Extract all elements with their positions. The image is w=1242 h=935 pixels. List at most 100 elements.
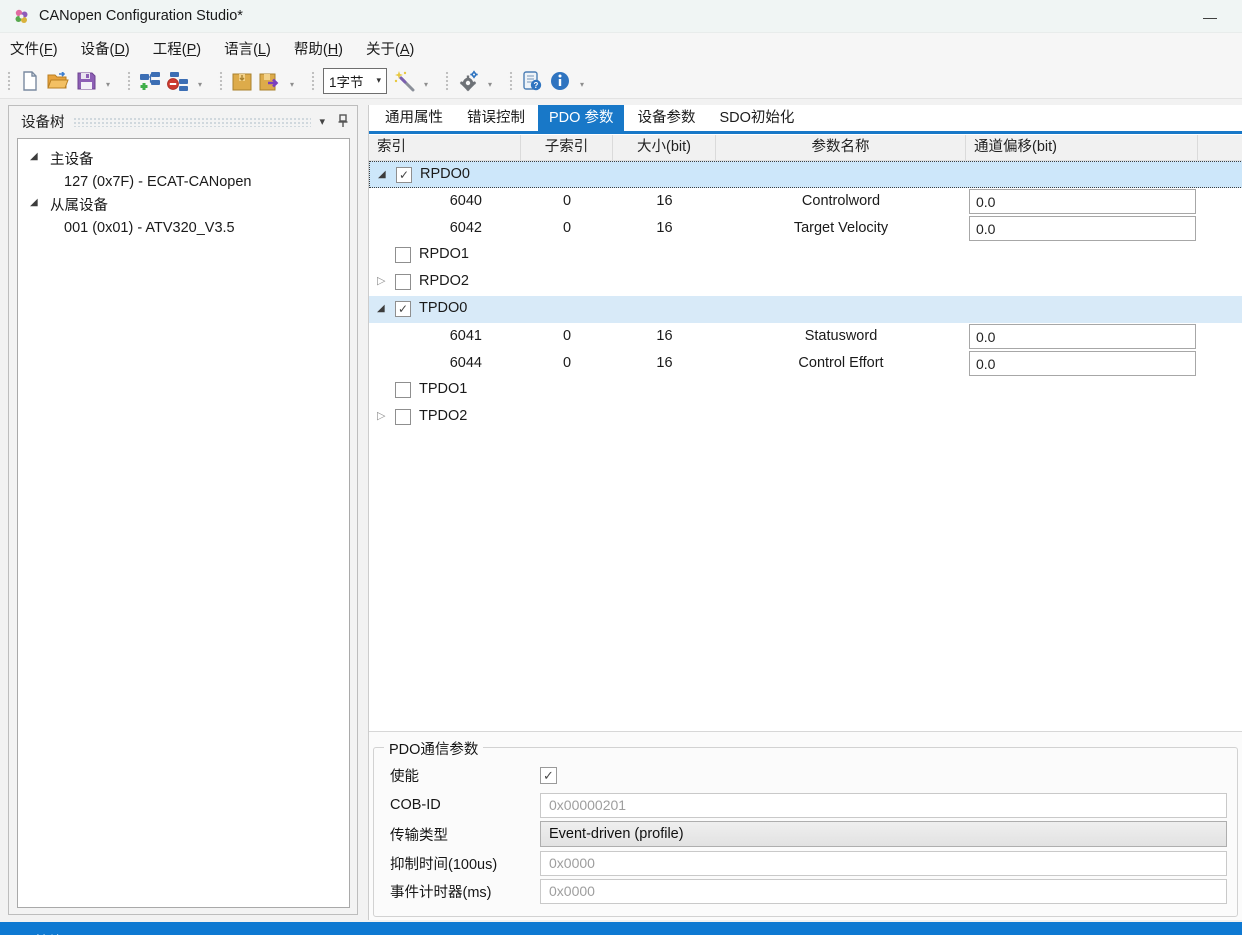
tree-item-slave-group[interactable]: ◢ 从属设备	[18, 193, 349, 216]
tpdo0-checkbox[interactable]: ✓	[395, 301, 411, 317]
pdo-table: 索引 子索引 大小(bit) 参数名称 通道偏移(bit) ◢ ✓ RPDO0 …	[369, 135, 1242, 731]
cell-subindex: 0	[562, 220, 572, 236]
rpdo1-checkbox[interactable]	[395, 247, 411, 263]
cob-id-row: COB-ID	[390, 792, 1227, 818]
cell-size: 16	[656, 220, 673, 236]
toolbar-overflow-transfer[interactable]: ▾	[286, 80, 298, 89]
menu-project[interactable]: 工程(P)	[153, 38, 212, 59]
event-timer-input[interactable]	[540, 878, 1227, 904]
row-expander-icon[interactable]: ◢	[378, 170, 386, 180]
column-header-subindex[interactable]: 子索引	[521, 135, 613, 160]
toolbar-grip[interactable]	[310, 69, 315, 92]
pdo-entry-row-6042[interactable]: 6042 0 16 Target Velocity	[369, 215, 1242, 242]
row-expander-icon[interactable]: ▷	[377, 411, 385, 422]
remove-node-icon	[167, 71, 188, 91]
about-info-button[interactable]	[547, 68, 573, 94]
tree-item-label: 主设备	[50, 152, 94, 168]
device-tree-panel: 设备树 ▾ ◢ 主设备 127 (0x7F) - ECAT-CANopen ◢ …	[8, 105, 358, 915]
tab-device-parameters[interactable]: 设备参数	[626, 105, 706, 131]
pdo-entry-row-6041[interactable]: 6041 0 16 Statusword	[369, 323, 1242, 350]
info-icon	[551, 71, 569, 90]
window-title: CANopen Configuration Studio*	[39, 8, 243, 24]
add-node-button[interactable]	[137, 68, 163, 94]
cell-size: 16	[656, 355, 673, 371]
toolbar-overflow-nodes[interactable]: ▾	[194, 80, 206, 89]
tree-expander-icon[interactable]: ◢	[30, 197, 38, 208]
pdo-group-label: TPDO2	[419, 408, 468, 424]
offset-input-6040[interactable]	[969, 189, 1196, 214]
tab-general-properties[interactable]: 通用属性	[374, 105, 454, 131]
cell-index: 6044	[449, 355, 482, 371]
toolbar-grip[interactable]	[126, 69, 131, 92]
menu-about[interactable]: 关于(A)	[366, 38, 425, 59]
toolbar-group-file: ▾	[0, 66, 116, 96]
pdo-group-row-tpdo1[interactable]: TPDO1	[369, 377, 1242, 404]
tab-pdo-parameters[interactable]: PDO 参数	[538, 105, 625, 131]
toolbar-overflow-settings[interactable]: ▾	[484, 80, 496, 89]
toolbar-overflow-file[interactable]: ▾	[102, 80, 114, 89]
toolbar-grip[interactable]	[218, 69, 223, 92]
configuration-panel: 通用属性 错误控制 PDO 参数 设备参数 SDO初始化 索引 子索引 大小(b…	[368, 105, 1242, 920]
menu-help[interactable]: 帮助(H)	[294, 38, 354, 59]
menu-device[interactable]: 设备(D)	[81, 38, 141, 59]
column-header-offset[interactable]: 通道偏移(bit)	[966, 135, 1198, 160]
pdo-group-row-rpdo0[interactable]: ◢ ✓ RPDO0	[369, 161, 1242, 188]
toolbar-overflow-help[interactable]: ▾	[576, 80, 588, 89]
pdo-entry-row-6040[interactable]: 6040 0 16 Controlword	[369, 188, 1242, 215]
tree-item-master-group[interactable]: ◢ 主设备	[18, 147, 349, 170]
byte-size-select[interactable]: 1字节 ▾	[323, 67, 387, 94]
pin-icon[interactable]	[337, 114, 349, 128]
inhibit-time-input[interactable]	[540, 850, 1227, 876]
pdo-group-row-rpdo2[interactable]: ▷ RPDO2	[369, 269, 1242, 296]
transmission-type-select[interactable]: Event-driven (profile)	[540, 821, 1227, 847]
tpdo2-checkbox[interactable]	[395, 409, 411, 425]
tree-expander-icon[interactable]: ◢	[30, 151, 38, 162]
column-header-name[interactable]: 参数名称	[716, 135, 966, 160]
pdo-comm-groupbox: PDO通信参数 使能 ✓ COB-ID 传输类型 Event-driven (p…	[373, 738, 1238, 917]
pdo-group-row-tpdo0[interactable]: ◢ ✓ TPDO0	[369, 296, 1242, 323]
column-header-size[interactable]: 大小(bit)	[613, 135, 716, 160]
column-header-index[interactable]: 索引	[369, 135, 521, 160]
pdo-entry-row-6044[interactable]: 6044 0 16 Control Effort	[369, 350, 1242, 377]
remove-node-button[interactable]	[165, 68, 191, 94]
pdo-group-row-tpdo2[interactable]: ▷ TPDO2	[369, 404, 1242, 431]
device-tree-title: 设备树	[21, 114, 65, 131]
import-button[interactable]	[229, 68, 255, 94]
export-button[interactable]	[257, 68, 283, 94]
pdo-group-row-rpdo1[interactable]: RPDO1	[369, 242, 1242, 269]
wizard-button[interactable]	[391, 68, 417, 94]
panel-menu-arrow-icon[interactable]: ▾	[319, 115, 325, 128]
row-expander-icon[interactable]: ▷	[377, 276, 385, 287]
offset-input-6044[interactable]	[969, 351, 1196, 376]
toolbar: ▾ ▾ ▾ 1字节 ▾ ▾ ▾ ? ▾	[0, 63, 1242, 99]
toolbar-overflow-byte[interactable]: ▾	[420, 80, 432, 89]
save-icon	[77, 72, 95, 90]
minimize-button[interactable]: —	[1196, 6, 1224, 28]
event-timer-label: 事件计时器(ms)	[390, 884, 492, 901]
tree-item-master-device[interactable]: 127 (0x7F) - ECAT-CANopen	[18, 170, 349, 193]
save-button[interactable]	[73, 68, 99, 94]
row-expander-icon[interactable]: ◢	[377, 304, 385, 314]
help-reference-button[interactable]: ?	[519, 68, 545, 94]
enable-checkbox[interactable]: ✓	[540, 766, 557, 784]
toolbar-grip[interactable]	[6, 69, 11, 92]
panel-drag-texture[interactable]	[72, 117, 312, 127]
settings-button[interactable]	[455, 68, 481, 94]
tab-sdo-init[interactable]: SDO初始化	[708, 105, 805, 131]
offset-input-6041[interactable]	[969, 324, 1196, 349]
offset-input-6042[interactable]	[969, 216, 1196, 241]
tree-item-label: 127 (0x7F) - ECAT-CANopen	[64, 173, 252, 190]
rpdo2-checkbox[interactable]	[395, 274, 411, 290]
menu-file[interactable]: 文件(F)	[10, 38, 69, 59]
cell-index: 6040	[449, 193, 482, 209]
menu-language[interactable]: 语言(L)	[224, 38, 282, 59]
new-file-button[interactable]	[17, 68, 43, 94]
tpdo1-checkbox[interactable]	[395, 382, 411, 398]
toolbar-grip[interactable]	[444, 69, 449, 92]
open-file-button[interactable]	[45, 68, 71, 94]
tab-error-control[interactable]: 错误控制	[456, 105, 536, 131]
cob-id-input[interactable]	[540, 792, 1227, 818]
toolbar-grip[interactable]	[508, 69, 513, 92]
tree-item-slave-device[interactable]: 001 (0x01) - ATV320_V3.5	[18, 216, 349, 239]
rpdo0-checkbox[interactable]: ✓	[396, 167, 412, 183]
